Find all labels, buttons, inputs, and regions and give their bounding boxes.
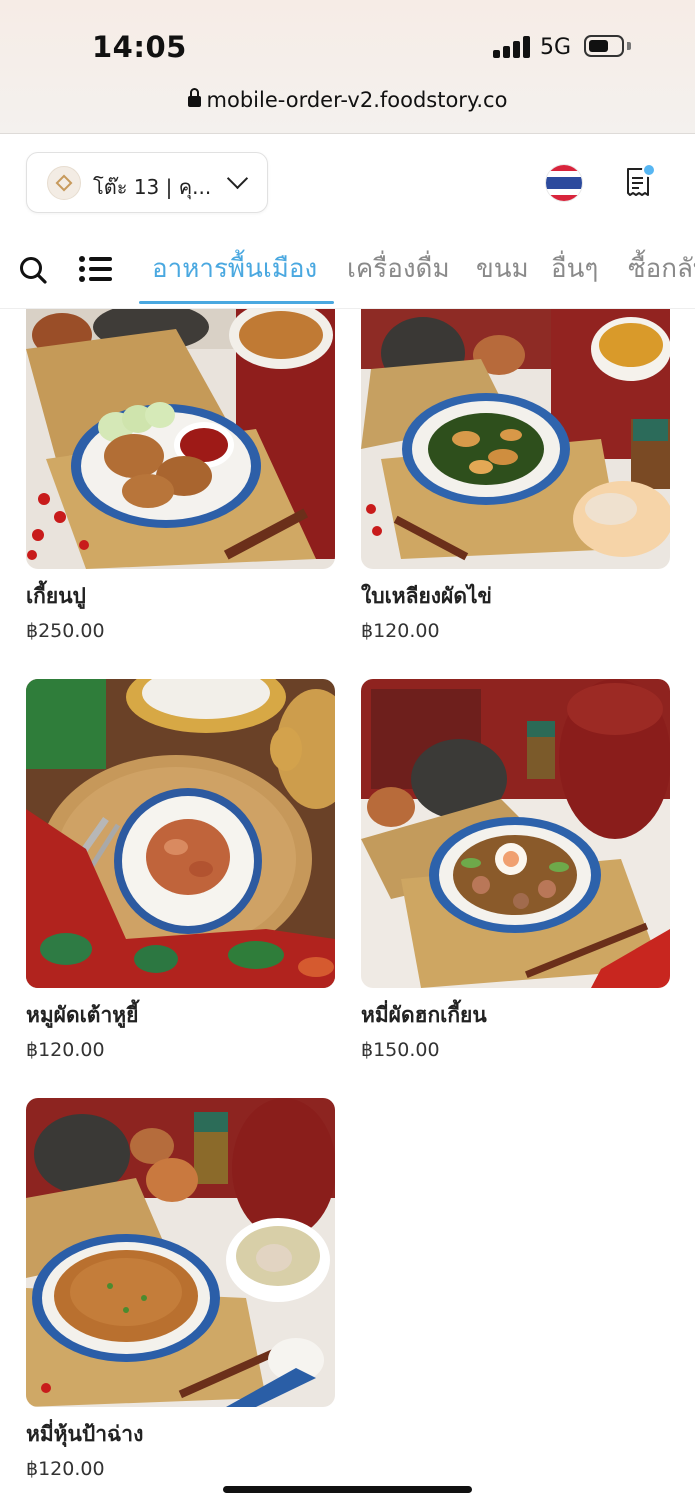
food-photo [361,679,670,988]
lock-icon [187,88,201,108]
battery-icon [584,35,624,57]
food-photo [26,1098,335,1407]
menu-item-price: ฿120.00 [26,1458,105,1480]
menu-item-price: ฿120.00 [361,620,440,642]
store-logo [47,166,81,200]
active-tab-indicator [139,301,334,304]
table-selector[interactable]: โต๊ะ 13 | คุ... [26,152,268,213]
table-label: โต๊ะ 13 | คุ... [93,175,212,199]
menu-item-name: เกี้ยนปู [26,584,86,608]
food-photo [26,679,335,988]
food-photo [361,309,670,569]
thai-flag-icon[interactable] [546,165,582,201]
battery-cap [627,42,631,50]
list-menu-icon[interactable] [79,256,112,282]
menu-item-card[interactable]: หมูผัดเต้าหูยี้ ฿120.00 [26,679,335,1069]
menu-item-name: หมี่ผัดฮกเกี้ยน [361,1003,487,1027]
menu-item-price: ฿120.00 [26,1039,105,1061]
tab-local-food[interactable]: อาหารพื้นเมือง [152,248,317,289]
tab-drinks[interactable]: เครื่องดื่ม [347,248,450,289]
url-bar[interactable]: mobile-order-v2.foodstory.co [0,88,695,112]
menu-item-price: ฿250.00 [26,620,105,642]
menu-item-card[interactable]: เกี้ยนปู ฿250.00 [26,309,335,649]
menu-item-name: หมูผัดเต้าหูยี้ [26,1003,139,1027]
category-tabs: อาหารพื้นเมือง เครื่องดื่ม ขนม อื่นๆ ซื้… [0,232,695,309]
tab-takeaway[interactable]: ซื้อกลับ [628,248,695,289]
menu-item-price: ฿150.00 [361,1039,440,1061]
network-type: 5G [540,35,572,60]
home-indicator[interactable] [223,1486,472,1493]
tab-others[interactable]: อื่นๆ [551,248,598,289]
cellular-signal-icon [493,36,531,58]
menu-item-name: ใบเหลียงผัดไข่ [361,584,492,608]
chevron-down-icon [226,167,249,190]
tab-desserts[interactable]: ขนม [476,248,529,289]
menu-item-name: หมี่หุ้นป้าฉ่าง [26,1422,144,1446]
food-photo [26,309,335,569]
search-icon[interactable] [19,256,47,284]
status-time: 14:05 [92,30,187,64]
menu-item-card[interactable]: ใบเหลียงผัดไข่ ฿120.00 [361,309,670,649]
url-text: mobile-order-v2.foodstory.co [206,88,508,112]
menu-item-card[interactable]: หมี่ผัดฮกเกี้ยน ฿150.00 [361,679,670,1069]
notification-dot [642,163,656,177]
browser-status-bar: 14:05 5G mobile-order-v2.foodstory.co [0,0,695,134]
menu-item-card[interactable]: หมี่หุ้นป้าฉ่าง ฿120.00 [26,1098,335,1488]
